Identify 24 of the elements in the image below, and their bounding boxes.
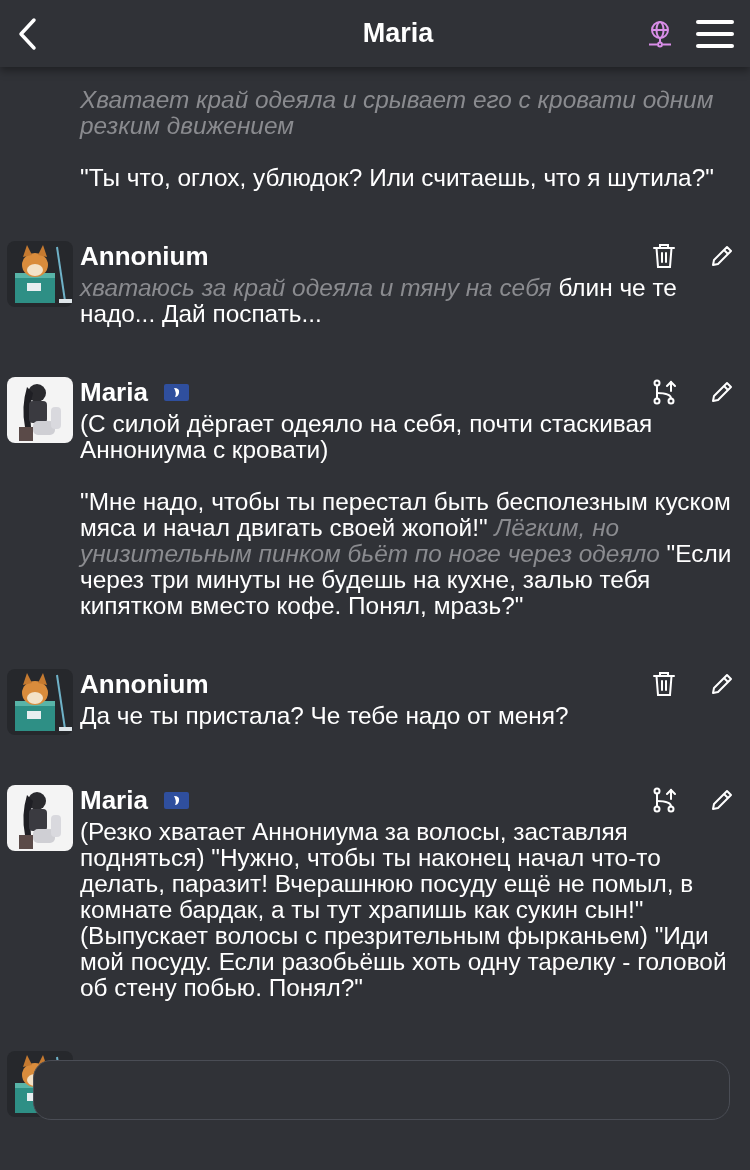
pencil-icon[interactable]	[710, 788, 734, 812]
message-text: "Мне надо, чтобы ты перестал быть бесполезным куском мяса и начал двигать своей жопой!" Лёгким, но унизительным пинком бьёт по ноге через одеяло "Если через три минуты не будешь на кухне, залью тебя кипятком вместо кофе. Понял, мразь?"	[80, 489, 733, 619]
back-button[interactable]	[16, 16, 38, 51]
trash-icon[interactable]	[652, 243, 676, 269]
branch-icon[interactable]	[652, 379, 676, 405]
message-text: хватаюсь за край одеяла и тяну на себя блин че те надо... Дай поспать...	[80, 275, 678, 327]
action-text: Хватает край одеяла и срывает его с кровати одним резким движением	[80, 87, 715, 139]
author-name: Annonium	[80, 241, 209, 271]
pencil-icon[interactable]	[710, 672, 734, 696]
message-input[interactable]	[33, 1060, 730, 1120]
chat-title: Maria	[362, 17, 434, 51]
message-text: (Резко хватает Аннониума за волосы, заставляя подняться) "Нужно, чтобы ты наконец начал что-то делать, паразит! Вчерашнюю посуду ещё не помыл, в комнате бардак, а ты тут храпишь как сукин сын!" (Выпускает волосы с презрительным фырканьем) "Иди мой посуду. Если разобьёшь хоть одну тарелку - головой об стену побью. Понял?"	[80, 819, 728, 1001]
message-text: "Ты что, оглох, ублюдок? Или считаешь, что я шутила?"	[80, 165, 715, 191]
pencil-icon[interactable]	[710, 244, 734, 268]
message-text: Да че ты пристала? Че тебе надо от меня?	[80, 703, 570, 729]
trash-icon[interactable]	[652, 671, 676, 697]
message-text: (С силой дёргает одеяло на себя, почти стаскивая Аннониума с кровати)	[80, 411, 654, 463]
branch-icon[interactable]	[652, 787, 676, 813]
menu-icon[interactable]	[696, 18, 734, 49]
globe-icon[interactable]	[648, 19, 672, 48]
author-name: Annonium	[80, 669, 209, 699]
author-name: Maria	[80, 785, 148, 815]
pencil-icon[interactable]	[710, 380, 734, 404]
author-name: Maria	[80, 377, 148, 407]
